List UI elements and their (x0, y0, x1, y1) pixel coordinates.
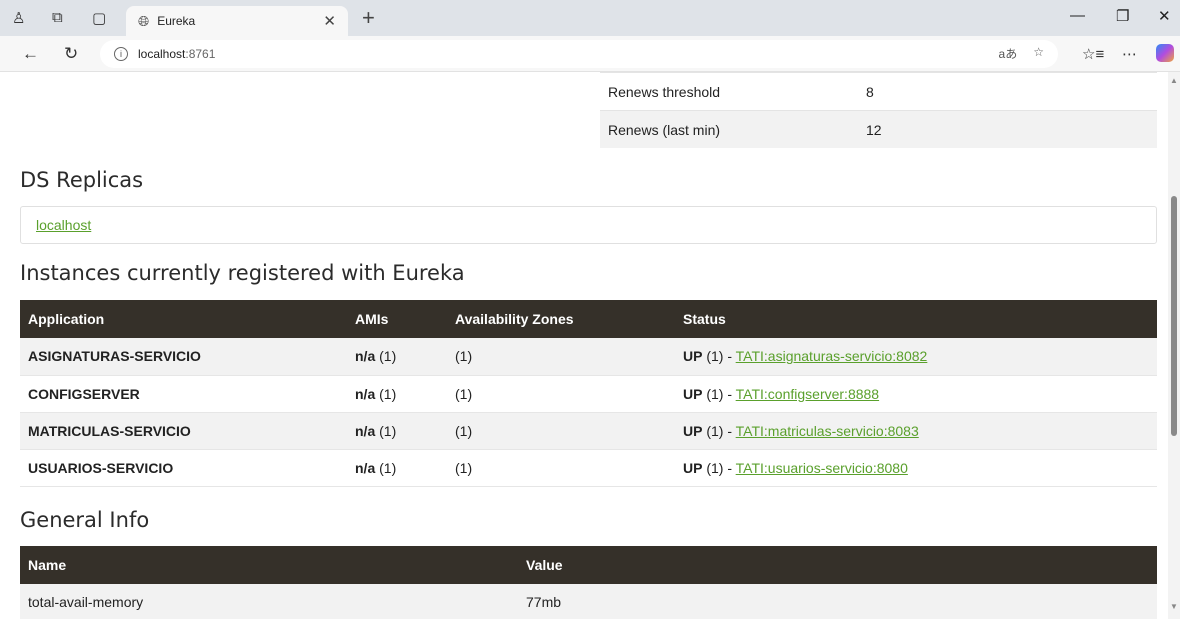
favorites-icon[interactable]: ☆≡ (1082, 45, 1104, 63)
status-cell: UP (1) - TATI:usuarios-servicio:8080 (675, 449, 1157, 487)
amis-cell: n/a (1) (347, 375, 447, 413)
lease-key: Renews (last min) (608, 121, 721, 138)
page-scrollbar[interactable]: ▲ ▼ (1168, 72, 1180, 619)
application-name: MATRICULAS-SERVICIO (20, 412, 347, 450)
close-window-button[interactable]: ✕ (1158, 7, 1171, 25)
zones-cell: (1) (447, 375, 675, 413)
zones-cell: (1) (447, 338, 675, 376)
scroll-down-arrow-icon[interactable]: ▼ (1170, 602, 1178, 611)
col-amis: AMIs (347, 300, 447, 338)
col-name: Name (20, 546, 518, 584)
read-aloud-icon[interactable]: aあ (999, 45, 1018, 62)
instances-header-row: Application AMIs Availability Zones Stat… (20, 300, 1157, 338)
table-row: total-avail-memory 77mb (20, 584, 1157, 619)
zones-cell: (1) (447, 412, 675, 450)
lease-info-table: Renews threshold 8 Renews (last min) 12 (600, 72, 1157, 148)
amis-cell: n/a (1) (347, 338, 447, 376)
zones-cell: (1) (447, 449, 675, 487)
instance-link[interactable]: TATI:matriculas-servicio:8083 (736, 423, 919, 439)
lease-value: 12 (866, 121, 882, 138)
instance-link[interactable]: TATI:usuarios-servicio:8080 (736, 460, 908, 476)
status-cell: UP (1) - TATI:asignaturas-servicio:8082 (675, 338, 1157, 376)
instances-table: Application AMIs Availability Zones Stat… (20, 300, 1157, 487)
browser-toolbar: ← ↻ i localhost:8761 aあ ☆ ☆≡ ⋯ (0, 36, 1180, 72)
address-port: :8761 (185, 47, 216, 61)
table-row: CONFIGSERVER n/a (1) (1) UP (1) - TATI:c… (20, 375, 1157, 413)
restore-button[interactable]: ❐ (1116, 7, 1129, 25)
tab-strip: ♙ ⧉ ▢ 🌐︎ Eureka ✕ + — ❐ ✕ (0, 0, 1180, 36)
table-row: USUARIOS-SERVICIO n/a (1) (1) UP (1) - T… (20, 449, 1157, 487)
close-tab-icon[interactable]: ✕ (323, 12, 336, 30)
amis-cell: n/a (1) (347, 412, 447, 450)
eureka-page: Renews threshold 8 Renews (last min) 12 … (0, 72, 1168, 619)
col-value: Value (518, 546, 1157, 584)
workspaces-icon[interactable]: ⧉ (52, 9, 63, 26)
table-row: MATRICULAS-SERVICIO n/a (1) (1) UP (1) -… (20, 412, 1157, 450)
general-info-table: Name Value total-avail-memory 77mb (20, 546, 1157, 619)
application-name: CONFIGSERVER (20, 375, 347, 413)
address-host: localhost (138, 47, 186, 61)
favorite-star-icon[interactable]: ☆ (1033, 45, 1044, 62)
lease-row: Renews threshold 8 (600, 72, 1157, 110)
info-value: 77mb (518, 584, 1157, 619)
instance-link[interactable]: TATI:configserver:8888 (736, 386, 879, 402)
replica-link[interactable]: localhost (36, 217, 91, 233)
ds-replicas-heading: DS Replicas (20, 168, 144, 192)
col-status: Status (675, 300, 1157, 338)
info-name: total-avail-memory (20, 584, 518, 619)
col-application: Application (20, 300, 347, 338)
lease-key: Renews threshold (608, 83, 721, 100)
address-bar[interactable]: i localhost:8761 aあ ☆ (100, 40, 1058, 68)
instances-heading: Instances currently registered with Eure… (20, 261, 465, 285)
globe-icon: 🌐︎ (138, 12, 150, 29)
instance-link[interactable]: TATI:asignaturas-servicio:8082 (736, 348, 928, 364)
amis-cell: n/a (1) (347, 449, 447, 487)
tab-title: Eureka (157, 14, 196, 28)
table-row: ASIGNATURAS-SERVICIO n/a (1) (1) UP (1) … (20, 338, 1157, 376)
profile-avatar-icon[interactable]: ♙ (12, 9, 25, 27)
general-info-header-row: Name Value (20, 546, 1157, 584)
more-menu-icon[interactable]: ⋯ (1122, 45, 1137, 63)
scroll-up-arrow-icon[interactable]: ▲ (1170, 76, 1178, 85)
tab-actions-icon[interactable]: ▢ (92, 9, 106, 27)
status-cell: UP (1) - TATI:matriculas-servicio:8083 (675, 412, 1157, 450)
new-tab-button[interactable]: + (362, 5, 375, 31)
application-name: USUARIOS-SERVICIO (20, 449, 347, 487)
tab-eureka[interactable]: 🌐︎ Eureka ✕ (126, 6, 348, 36)
minimize-button[interactable]: — (1070, 7, 1085, 24)
refresh-icon[interactable]: ↻ (64, 44, 78, 64)
copilot-icon[interactable] (1156, 44, 1174, 62)
general-info-heading: General Info (20, 508, 150, 532)
ds-replicas-list: localhost (20, 206, 1157, 244)
lease-row: Renews (last min) 12 (600, 110, 1157, 148)
lease-value: 8 (866, 83, 874, 100)
status-cell: UP (1) - TATI:configserver:8888 (675, 375, 1157, 413)
back-icon[interactable]: ← (22, 44, 39, 64)
col-availability-zones: Availability Zones (447, 300, 675, 338)
site-info-icon[interactable]: i (114, 47, 128, 61)
application-name: ASIGNATURAS-SERVICIO (20, 338, 347, 376)
scrollbar-thumb[interactable] (1171, 196, 1177, 436)
